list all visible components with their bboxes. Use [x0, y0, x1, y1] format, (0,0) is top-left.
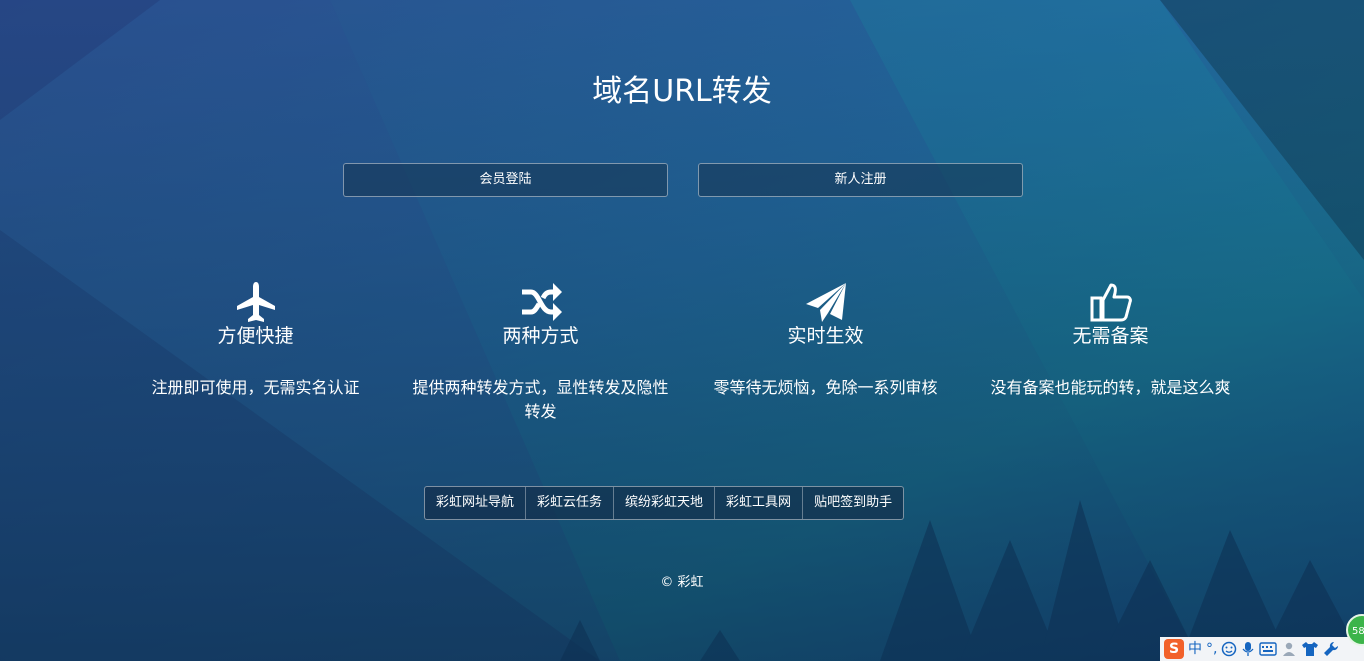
ime-toolbar[interactable]: S 中 °,	[1160, 637, 1364, 661]
login-button[interactable]: 会员登陆	[343, 163, 668, 197]
ime-punctuation-toggle[interactable]: °,	[1206, 639, 1217, 659]
friend-links-bar: 彩虹网址导航 彩虹云任务 缤纷彩虹天地 彩虹工具网 贴吧签到助手	[424, 486, 905, 520]
feature-title: 无需备案	[1072, 325, 1149, 347]
sogou-logo-icon[interactable]: S	[1164, 639, 1184, 659]
link-colorful-rainbow-world[interactable]: 缤纷彩虹天地	[614, 487, 716, 519]
feature-title: 方便快捷	[217, 325, 294, 347]
feature-desc: 没有备案也能玩的转，就是这么爽	[990, 378, 1231, 397]
feature-instant: 实时生效 零等待无烦恼，免除一系列审核	[683, 280, 968, 400]
feature-no-filing: 无需备案 没有备案也能玩的转，就是这么爽	[968, 280, 1253, 400]
feature-title: 实时生效	[787, 325, 864, 347]
user-icon[interactable]	[1281, 641, 1297, 657]
feature-desc: 注册即可使用，无需实名认证	[151, 378, 360, 397]
link-rainbow-nav[interactable]: 彩虹网址导航	[425, 487, 527, 519]
microphone-icon[interactable]	[1241, 641, 1255, 657]
keyboard-icon[interactable]	[1259, 642, 1278, 656]
link-rainbow-tools[interactable]: 彩虹工具网	[715, 487, 804, 519]
feature-desc: 提供两种转发方式，显性转发及隐性转发	[412, 378, 669, 421]
feature-two-modes: 两种方式 提供两种转发方式，显性转发及隐性转发	[398, 280, 683, 424]
feature-title: 两种方式	[502, 325, 579, 347]
paper-plane-icon	[805, 283, 846, 322]
page-title: 域名URL转发	[592, 74, 772, 109]
register-button[interactable]: 新人注册	[698, 163, 1023, 197]
feature-desc: 零等待无烦恼，免除一系列审核	[713, 378, 938, 397]
page-content: 域名URL转发 会员登陆 新人注册 方便快捷 注册即可使用，无需实名认证 两种方…	[0, 0, 1364, 661]
wrench-icon[interactable]	[1323, 641, 1339, 657]
feature-convenient: 方便快捷 注册即可使用，无需实名认证	[113, 280, 398, 400]
thumbs-up-icon	[1090, 283, 1132, 322]
copyright: © 彩虹	[660, 575, 704, 590]
shuffle-icon	[521, 283, 562, 321]
ime-mode-toggle[interactable]: 中	[1188, 639, 1202, 659]
link-rainbow-cloud-task[interactable]: 彩虹云任务	[526, 487, 615, 519]
airplane-icon	[236, 282, 275, 322]
skin-shirt-icon[interactable]	[1301, 641, 1319, 657]
link-tieba-signin-helper[interactable]: 贴吧签到助手	[803, 487, 903, 519]
smiley-icon[interactable]	[1221, 641, 1237, 657]
